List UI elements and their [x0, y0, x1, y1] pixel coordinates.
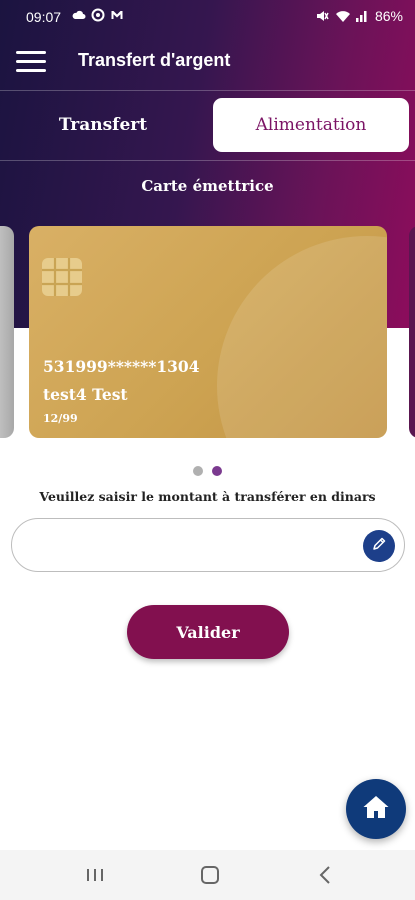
wifi-icon — [335, 9, 350, 23]
signal-icon — [355, 9, 369, 23]
page-title: Transfert d'argent — [78, 50, 231, 70]
card-decoration — [217, 236, 387, 438]
gmail-icon — [110, 8, 124, 22]
amount-input[interactable] — [30, 529, 350, 563]
tabs-divider — [0, 160, 415, 161]
status-bar: 09:07 86% — [0, 0, 415, 34]
submit-button[interactable]: Valider — [127, 605, 289, 659]
mute-icon — [315, 9, 329, 23]
edit-amount-button[interactable] — [363, 530, 395, 562]
app-header: Transfert d'argent — [0, 34, 415, 90]
hamburger-menu-icon[interactable] — [16, 51, 46, 73]
card-number: 531999******1304 — [43, 357, 200, 376]
carousel-dot-1[interactable] — [193, 466, 203, 476]
status-time: 09:07 — [26, 9, 62, 25]
home-button[interactable] — [346, 779, 406, 839]
system-nav-bar — [0, 850, 415, 900]
carousel-dot-2[interactable] — [212, 466, 222, 476]
carousel-indicator — [193, 466, 222, 476]
home-icon — [362, 794, 390, 825]
sync-icon — [91, 8, 105, 22]
pencil-icon — [371, 536, 387, 557]
previous-card-peek[interactable] — [0, 226, 14, 438]
back-icon[interactable] — [318, 865, 332, 885]
card-chip-icon — [42, 258, 82, 296]
nav-home-icon[interactable] — [201, 866, 219, 884]
header-divider — [0, 90, 415, 91]
next-card-peek[interactable] — [409, 226, 415, 438]
card-holder-name: test4 Test — [43, 385, 128, 404]
amount-field[interactable] — [11, 518, 405, 572]
section-title: Carte émettrice — [141, 177, 274, 195]
amount-label: Veuillez saisir le montant à transférer … — [39, 489, 376, 504]
cloud-icon — [72, 8, 86, 22]
tab-transfert[interactable]: Transfert — [0, 98, 206, 152]
recents-icon[interactable] — [86, 868, 104, 882]
tab-alimentation[interactable]: Alimentation — [213, 98, 409, 152]
card-expiry: 12/99 — [43, 412, 78, 425]
issuer-card[interactable]: 531999******1304 test4 Test 12/99 — [29, 226, 387, 438]
battery-level: 86% — [374, 8, 403, 24]
